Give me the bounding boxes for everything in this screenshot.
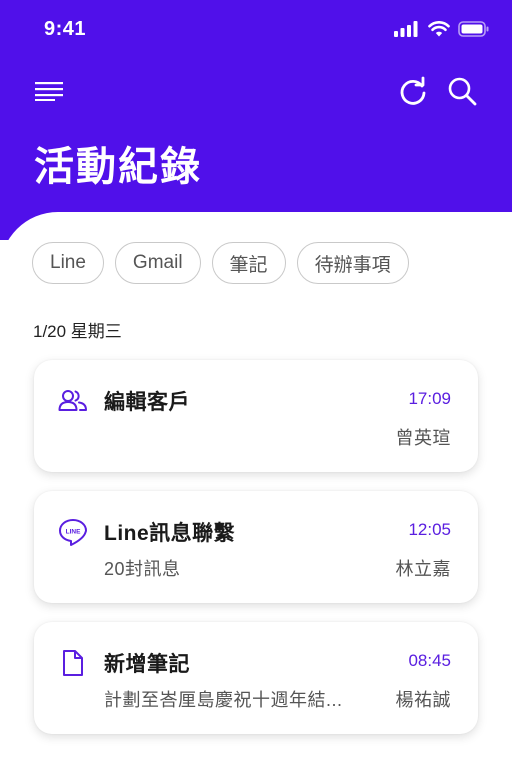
filter-chips: Line Gmail 筆記 待辦事項 bbox=[32, 242, 409, 284]
svg-text:LINE: LINE bbox=[66, 529, 81, 536]
page-title: 活動紀錄 bbox=[34, 145, 202, 189]
search-button[interactable] bbox=[444, 74, 480, 108]
refresh-button[interactable] bbox=[395, 74, 431, 108]
battery-icon bbox=[458, 21, 489, 37]
refresh-icon bbox=[400, 76, 426, 105]
filter-chip-todo[interactable]: 待辦事項 bbox=[296, 242, 409, 284]
menu-button[interactable] bbox=[34, 78, 64, 104]
activity-person: 林立嘉 bbox=[395, 559, 451, 579]
document-icon bbox=[58, 648, 88, 678]
activity-title: 編輯客戶 bbox=[104, 391, 190, 414]
activity-time: 12:05 bbox=[408, 520, 451, 539]
people-icon bbox=[58, 386, 88, 416]
line-icon: LINE bbox=[58, 517, 88, 547]
date-label: 1/20 星期三 bbox=[33, 322, 122, 341]
search-icon bbox=[448, 77, 477, 106]
status-bar: 9:41 bbox=[0, 0, 512, 62]
activity-time: 08:45 bbox=[408, 651, 451, 670]
content-panel: Line Gmail 筆記 待辦事項 1/20 星期三 編輯客戶 17:09 曾… bbox=[0, 212, 512, 761]
wifi-icon bbox=[428, 21, 450, 37]
activity-title: Line訊息聯繫 bbox=[104, 522, 236, 545]
filter-chip-notes[interactable]: 筆記 bbox=[211, 242, 286, 284]
activity-time: 17:09 bbox=[408, 389, 451, 408]
activity-person: 曾英瑄 bbox=[395, 428, 451, 448]
activity-subtitle: 20封訊息 bbox=[104, 559, 181, 579]
activity-title: 新增筆記 bbox=[104, 653, 190, 676]
header: 9:41 活動紀錄 bbox=[0, 0, 512, 240]
activity-card[interactable]: LINE Line訊息聯繫 12:05 20封訊息 林立嘉 bbox=[34, 491, 478, 603]
status-icons bbox=[394, 21, 490, 37]
activity-subtitle: 計劃至峇厘島慶祝十週年結... bbox=[104, 690, 343, 710]
activity-card[interactable]: 新增筆記 08:45 計劃至峇厘島慶祝十週年結... 楊祐誠 bbox=[34, 622, 478, 734]
activity-person: 楊祐誠 bbox=[395, 690, 451, 710]
signal-icon bbox=[394, 21, 418, 37]
filter-chip-gmail[interactable]: Gmail bbox=[114, 242, 201, 284]
menu-icon bbox=[35, 82, 63, 101]
activity-card[interactable]: 編輯客戶 17:09 曾英瑄 bbox=[34, 360, 478, 472]
status-time: 9:41 bbox=[44, 18, 87, 40]
filter-chip-line[interactable]: Line bbox=[32, 242, 104, 284]
